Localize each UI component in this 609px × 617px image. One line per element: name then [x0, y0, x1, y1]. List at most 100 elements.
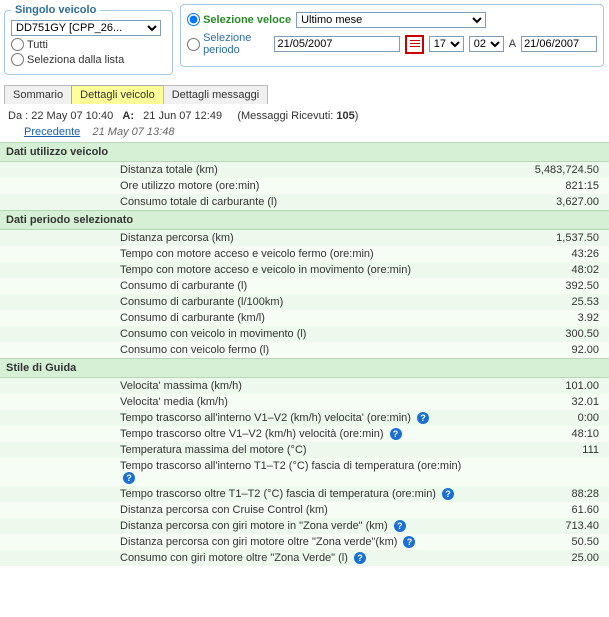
msgs-label: (Messaggi Ricevuti: [237, 110, 336, 122]
row-label: Consumo di carburante (l) [0, 278, 479, 294]
row-label: Tempo trascorso oltre T1–T2 (°C) fascia … [0, 486, 479, 502]
help-icon[interactable]: ? [394, 520, 406, 532]
table-row: Distanza percorsa (km)1,537.50 [0, 230, 609, 246]
help-icon[interactable]: ? [403, 536, 415, 548]
period-label: Selezione periodo [203, 32, 269, 56]
help-icon[interactable]: ? [417, 412, 429, 424]
table-row: Velocita' massima (km/h)101.00 [0, 378, 609, 394]
opt-all-input[interactable] [11, 38, 24, 51]
row-value: 713.40 [479, 518, 609, 534]
tab-vehicle[interactable]: Dettagli veicolo [71, 85, 164, 104]
period-sep: A [509, 38, 516, 50]
from-value: 22 May 07 10:40 [31, 110, 113, 122]
table-row: Consumo totale di carburante (l)3,627.00 [0, 194, 609, 210]
section-title: Dati periodo selezionato [0, 210, 609, 230]
table-row: Consumo di carburante (l/100km)25.53 [0, 294, 609, 310]
row-label: Consumo di carburante (km/l) [0, 310, 479, 326]
tab-summary[interactable]: Sommario [4, 85, 72, 104]
to-label: A: [122, 110, 134, 122]
table-row: Distanza percorsa con giri motore oltre … [0, 534, 609, 550]
help-icon[interactable]: ? [123, 472, 135, 484]
table-row: Tempo con motore acceso e veicolo in mov… [0, 262, 609, 278]
row-value: 61.60 [479, 502, 609, 518]
row-value [479, 458, 609, 486]
data-sections: Dati utilizzo veicoloDistanza totale (km… [0, 142, 609, 566]
row-label: Ore utilizzo motore (ore:min) [0, 178, 479, 194]
hour-select[interactable]: 17 [429, 36, 464, 52]
date-from-input[interactable] [274, 36, 400, 52]
row-value: 43:26 [479, 246, 609, 262]
section-title: Stile di Guida [0, 358, 609, 378]
table-row: Distanza totale (km)5,483,724.50 [0, 162, 609, 178]
table-row: Tempo trascorso all'interno T1–T2 (°C) f… [0, 458, 609, 486]
period-fieldset: Selezione veloce Ultimo mese Selezione p… [180, 4, 604, 67]
table-row: Distanza percorsa con giri motore in "Zo… [0, 518, 609, 534]
row-label: Consumo con giri motore oltre "Zona Verd… [0, 550, 479, 566]
period-radio[interactable]: Selezione periodo [187, 32, 269, 56]
table-row: Consumo con veicolo fermo (l)92.00 [0, 342, 609, 358]
row-value: 3.92 [479, 310, 609, 326]
opt-all-label: Tutti [27, 39, 48, 51]
quick-select-input[interactable] [187, 13, 200, 26]
data-table: Distanza totale (km)5,483,724.50Ore util… [0, 162, 609, 210]
quick-select-radio[interactable]: Selezione veloce [187, 13, 291, 26]
row-value: 821:15 [479, 178, 609, 194]
previous-link[interactable]: Precedente [24, 126, 80, 138]
row-label: Tempo con motore acceso e veicolo in mov… [0, 262, 479, 278]
row-value: 92.00 [479, 342, 609, 358]
row-label: Consumo di carburante (l/100km) [0, 294, 479, 310]
help-icon[interactable]: ? [390, 428, 402, 440]
to-value: 21 Jun 07 12:49 [143, 110, 222, 122]
row-value: 1,537.50 [479, 230, 609, 246]
data-table: Velocita' massima (km/h)101.00Velocita' … [0, 378, 609, 566]
opt-list-label: Seleziona dalla lista [27, 54, 124, 66]
help-icon[interactable]: ? [354, 552, 366, 564]
help-icon[interactable]: ? [442, 488, 454, 500]
opt-list-input[interactable] [11, 53, 24, 66]
row-value: 101.00 [479, 378, 609, 394]
section-title: Dati utilizzo veicolo [0, 142, 609, 162]
table-row: Ore utilizzo motore (ore:min)821:15 [0, 178, 609, 194]
table-row: Distanza percorsa con Cruise Control (km… [0, 502, 609, 518]
row-value: 25.53 [479, 294, 609, 310]
tabs-bar: SommarioDettagli veicoloDettagli messagg… [4, 85, 605, 104]
quick-range-select[interactable]: Ultimo mese [296, 12, 486, 28]
row-label: Distanza percorsa (km) [0, 230, 479, 246]
row-label: Tempo con motore acceso e veicolo fermo … [0, 246, 479, 262]
period-input[interactable] [187, 38, 200, 51]
table-row: Tempo trascorso oltre V1–V2 (km/h) veloc… [0, 426, 609, 442]
table-row: Consumo con giri motore oltre "Zona Verd… [0, 550, 609, 566]
row-label: Distanza percorsa con giri motore oltre … [0, 534, 479, 550]
opt-list-radio[interactable]: Seleziona dalla lista [11, 53, 166, 66]
row-value: 5,483,724.50 [479, 162, 609, 178]
row-value: 111 [479, 442, 609, 458]
filter-bar: Singolo veicolo DD751GY [CPP_26... Tutti… [0, 0, 609, 79]
table-row: Tempo trascorso all'interno V1–V2 (km/h)… [0, 410, 609, 426]
single-vehicle-legend: Singolo veicolo [11, 4, 100, 16]
row-value: 392.50 [479, 278, 609, 294]
row-value: 3,627.00 [479, 194, 609, 210]
single-vehicle-fieldset: Singolo veicolo DD751GY [CPP_26... Tutti… [4, 4, 173, 75]
row-value: 300.50 [479, 326, 609, 342]
minute-select[interactable]: 02 [469, 36, 504, 52]
row-value: 25.00 [479, 550, 609, 566]
table-row: Tempo trascorso oltre T1–T2 (°C) fascia … [0, 486, 609, 502]
table-row: Consumo con veicolo in movimento (l)300.… [0, 326, 609, 342]
date-to-input[interactable] [521, 36, 597, 52]
row-label: Consumo con veicolo fermo (l) [0, 342, 479, 358]
tab-messages[interactable]: Dettagli messaggi [163, 85, 268, 104]
row-value: 50.50 [479, 534, 609, 550]
row-label: Tempo trascorso all'interno T1–T2 (°C) f… [0, 458, 479, 486]
calendar-icon[interactable] [405, 35, 423, 54]
row-label: Distanza percorsa con giri motore in "Zo… [0, 518, 479, 534]
msgs-close: ) [355, 110, 359, 122]
row-label: Consumo con veicolo in movimento (l) [0, 326, 479, 342]
table-row: Consumo di carburante (l)392.50 [0, 278, 609, 294]
data-table: Distanza percorsa (km)1,537.50Tempo con … [0, 230, 609, 358]
row-value: 88:28 [479, 486, 609, 502]
vehicle-select[interactable]: DD751GY [CPP_26... [11, 20, 161, 36]
row-label: Distanza percorsa con Cruise Control (km… [0, 502, 479, 518]
row-label: Velocita' media (km/h) [0, 394, 479, 410]
previous-value: 21 May 07 13:48 [93, 126, 175, 138]
opt-all-radio[interactable]: Tutti [11, 38, 166, 51]
